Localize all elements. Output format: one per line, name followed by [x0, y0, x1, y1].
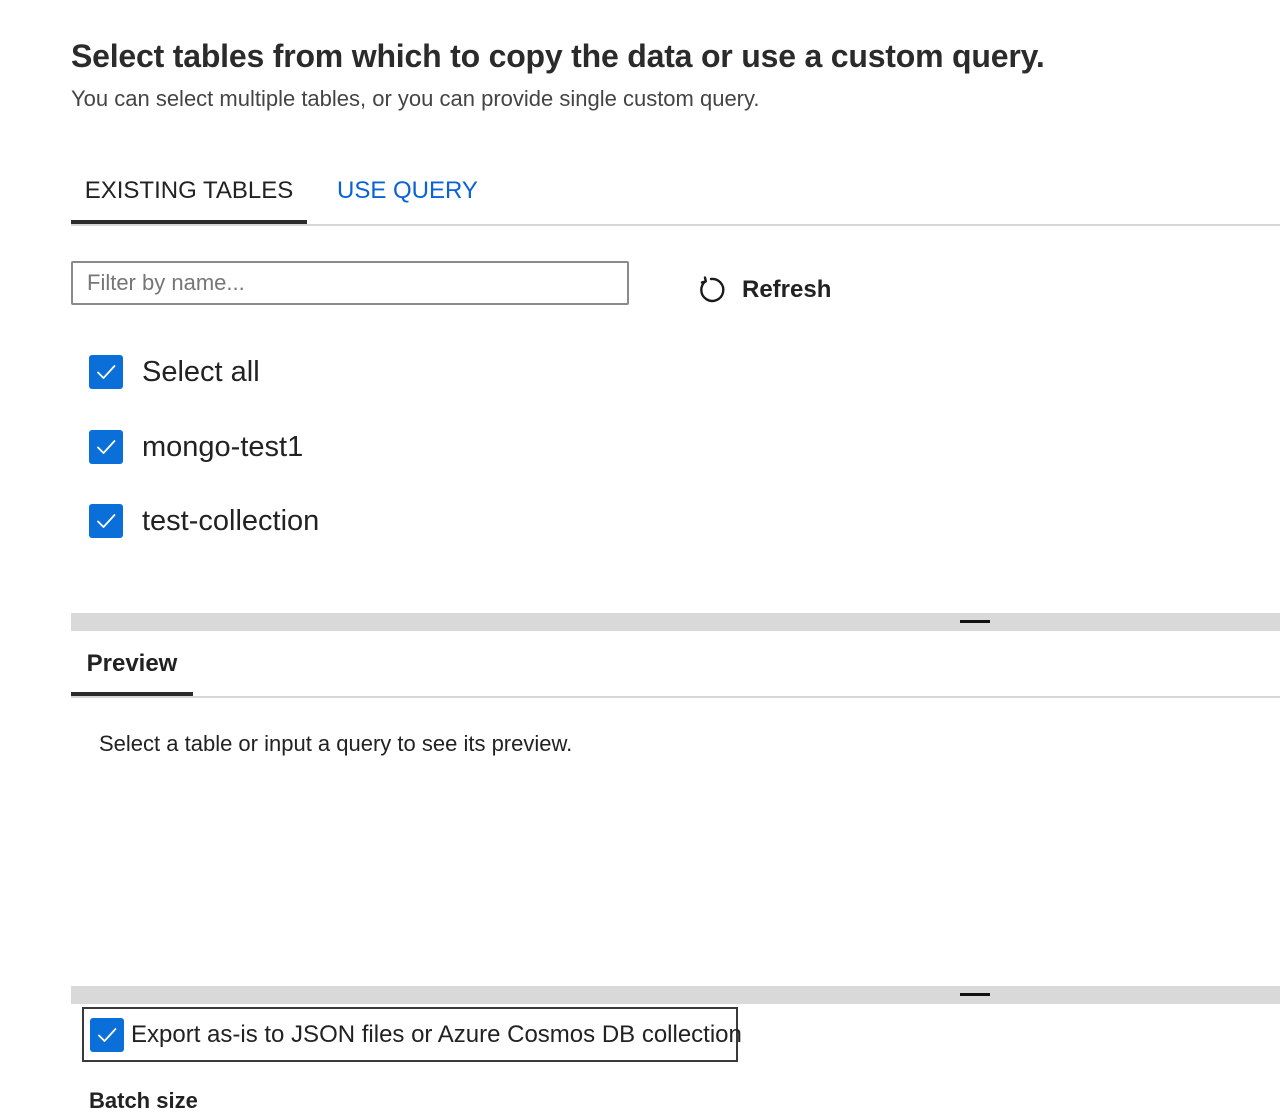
checkmark-icon	[97, 365, 116, 379]
refresh-button[interactable]: Refresh	[696, 272, 831, 308]
page-subtitle: You can select multiple tables, or you c…	[71, 86, 760, 111]
tab-preview[interactable]: Preview	[71, 632, 193, 696]
page-title: Select tables from which to copy the dat…	[71, 38, 1045, 74]
checkmark-icon	[97, 440, 116, 454]
source-tabs: EXISTING TABLES USE QUERY	[71, 160, 1280, 226]
batch-size-label: Batch size	[89, 1088, 198, 1113]
drag-handle-icon	[960, 993, 990, 996]
checkbox-checked[interactable]	[89, 355, 123, 389]
checkbox-checked[interactable]	[89, 430, 123, 464]
checkbox-checked[interactable]	[90, 1017, 124, 1052]
refresh-label: Refresh	[742, 276, 832, 303]
checkmark-icon	[97, 514, 116, 528]
filter-input[interactable]	[71, 261, 629, 305]
table-item-label: mongo-test1	[142, 430, 304, 463]
drag-handle-icon	[960, 620, 990, 623]
export-as-is-checkbox[interactable]: Export as-is to JSON files or Azure Cosm…	[82, 1007, 742, 1062]
preview-tabs: Preview	[71, 632, 1280, 698]
refresh-icon	[696, 275, 726, 305]
checkbox-checked[interactable]	[89, 504, 123, 538]
export-label: Export as-is to JSON files or Azure Cosm…	[131, 1020, 742, 1048]
table-item-mongo-test1[interactable]: mongo-test1	[89, 427, 303, 467]
pane-splitter[interactable]	[71, 986, 1280, 1004]
tab-existing-tables[interactable]: EXISTING TABLES	[71, 160, 307, 224]
select-all-label: Select all	[142, 355, 260, 388]
preview-empty-message: Select a table or input a query to see i…	[99, 731, 573, 756]
table-item-test-collection[interactable]: test-collection	[89, 501, 319, 541]
checkmark-icon	[98, 1027, 117, 1042]
tab-use-query[interactable]: USE QUERY	[337, 160, 478, 222]
table-item-label: test-collection	[142, 504, 320, 537]
select-all-checkbox[interactable]: Select all	[89, 352, 260, 392]
pane-splitter[interactable]	[71, 613, 1280, 631]
